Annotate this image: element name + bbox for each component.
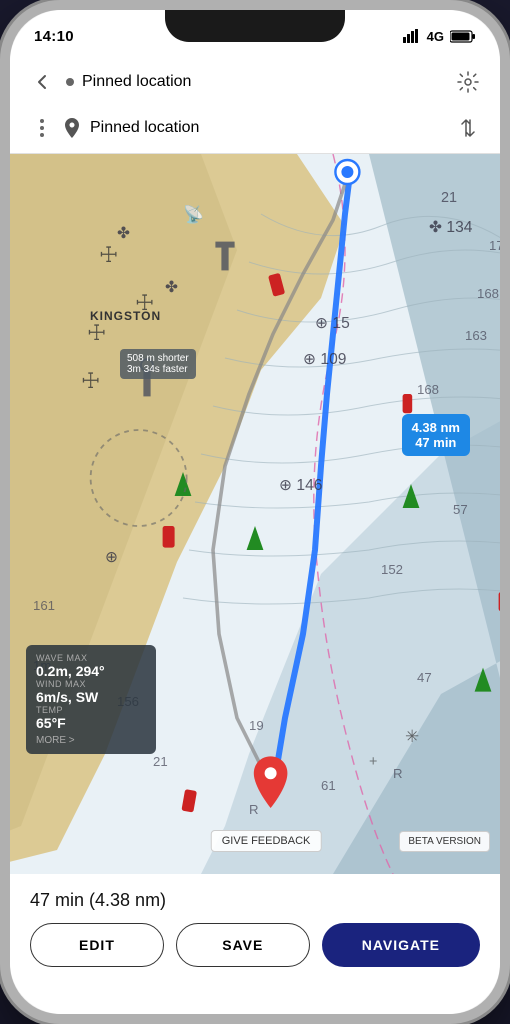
network-label: 4G [427,29,444,44]
svg-text:168: 168 [477,286,499,301]
beta-badge: BETA VERSION [399,831,490,852]
phone-inner: 14:10 4G [10,10,500,1014]
settings-button[interactable] [452,66,484,98]
svg-text:152: 152 [381,562,403,577]
svg-text:📡: 📡 [183,203,204,224]
nav-title-2: Pinned location [90,119,444,137]
action-buttons: EDIT SAVE NAVIGATE [30,923,480,967]
save-button[interactable]: SAVE [176,923,310,967]
svg-text:21: 21 [441,190,457,206]
more-button[interactable] [30,116,54,140]
svg-text:19: 19 [249,718,264,733]
svg-text:⊕ 15: ⊕ 15 [315,315,350,332]
svg-text:21: 21 [153,754,168,769]
svg-text:☩: ☩ [81,368,100,393]
svg-text:✳: ✳ [405,727,419,746]
edit-button[interactable]: EDIT [30,923,164,967]
pin-icon [62,118,82,138]
wave-value: 0.2m, 294° [36,663,146,679]
more-dot [40,126,44,130]
svg-text:R: R [393,766,403,781]
svg-text:⊕ 146: ⊕ 146 [279,477,322,494]
distance-min: 47 min [412,435,460,450]
more-dot [40,119,44,123]
svg-text:✤ 134: ✤ 134 [429,219,473,236]
temp-label: TEMP [36,705,146,715]
more-dot [40,133,44,137]
svg-text:168: 168 [417,382,439,397]
svg-text:+: + [369,754,377,770]
navigate-button[interactable]: NAVIGATE [322,923,480,967]
location-pin-icon [64,118,80,138]
gear-icon [457,71,479,93]
temp-value: 65°F [36,715,146,731]
nav-row-1: Pinned location [26,58,484,106]
nav-title-1: Pinned location [82,73,444,91]
back-button[interactable] [26,66,58,98]
status-time: 14:10 [34,28,74,45]
sort-button[interactable] [452,112,484,144]
weather-more-button[interactable]: MORE > [36,735,146,746]
alt-route-badge: 508 m shorter 3m 34s faster [120,349,196,379]
battery-icon [450,30,476,43]
distance-badge: 4.38 nm 47 min [402,414,470,456]
svg-text:R: R [249,802,259,817]
svg-text:172: 172 [489,238,500,253]
bottom-panel: 47 min (4.38 nm) EDIT SAVE NAVIGATE [10,874,500,1014]
wave-label: WAVE MAX [36,653,146,663]
svg-text:⊕ 109: ⊕ 109 [303,351,346,368]
alt-route-line1: 508 m shorter [127,353,189,364]
status-right: 4G [403,29,476,44]
svg-text:47: 47 [417,670,432,685]
svg-text:☩: ☩ [87,320,106,345]
svg-text:✤: ✤ [165,279,178,296]
wind-label: WIND MAX [36,679,146,689]
nav-bar: Pinned location [10,54,500,154]
nav-row-2: Pinned location [26,106,484,150]
signal-icon [403,29,421,43]
svg-text:57: 57 [453,502,468,517]
location-dot-1 [66,78,74,86]
distance-nm: 4.38 nm [412,420,460,435]
feedback-button[interactable]: GIVE FEEDBACK [211,830,322,852]
svg-text:163: 163 [465,328,487,343]
notch [165,10,345,42]
sort-icon [457,117,479,139]
svg-text:☩: ☩ [99,242,118,267]
kingston-label: KINGSTON [90,309,161,323]
weather-widget: WAVE MAX 0.2m, 294° WIND MAX 6m/s, SW TE… [26,645,156,754]
wind-value: 6m/s, SW [36,689,146,705]
svg-text:⊕: ⊕ [105,549,118,566]
back-icon [32,72,52,92]
svg-text:✤: ✤ [117,225,130,242]
svg-text:61: 61 [321,778,336,793]
alt-route-line2: 3m 34s faster [127,364,189,375]
svg-text:161: 161 [33,598,55,613]
map-area[interactable]: 21 172 168 163 168 161 1m 152 57 47 156 … [10,154,500,874]
map-canvas: 21 172 168 163 168 161 1m 152 57 47 156 … [10,154,500,874]
map-svg: 21 172 168 163 168 161 1m 152 57 47 156 … [10,154,500,874]
route-info: 47 min (4.38 nm) [30,890,480,911]
phone-frame: 14:10 4G [0,0,510,1024]
